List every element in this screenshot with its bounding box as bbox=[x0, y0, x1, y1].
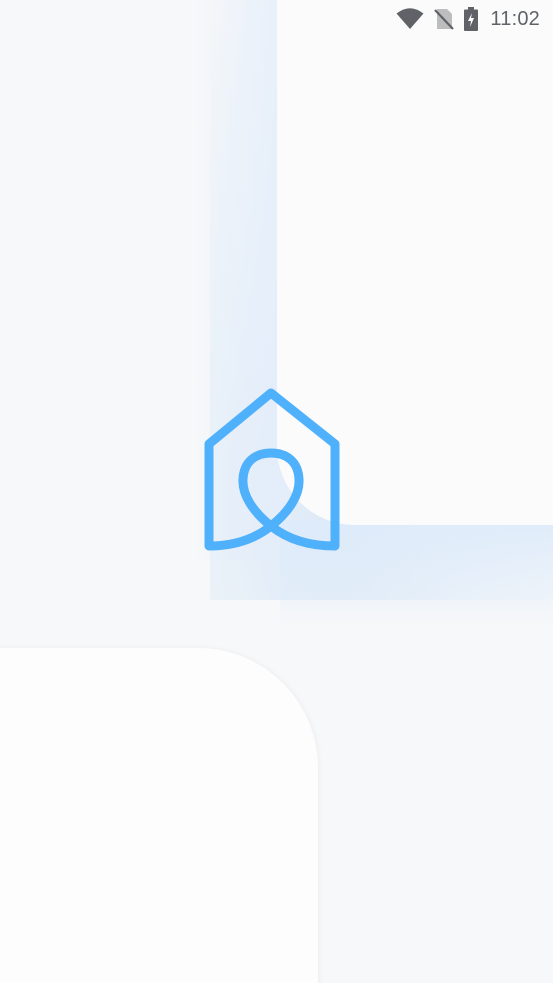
battery-charging-icon bbox=[464, 7, 479, 31]
house-loop-logo-icon bbox=[202, 386, 340, 552]
decorative-panel-bottom-left bbox=[0, 648, 318, 983]
status-time: 11:02 bbox=[490, 7, 540, 30]
status-bar: 11:02 bbox=[396, 0, 553, 38]
splash-screen: 11:02 bbox=[0, 0, 553, 983]
wifi-icon bbox=[396, 8, 424, 30]
no-sim-icon bbox=[434, 8, 455, 30]
